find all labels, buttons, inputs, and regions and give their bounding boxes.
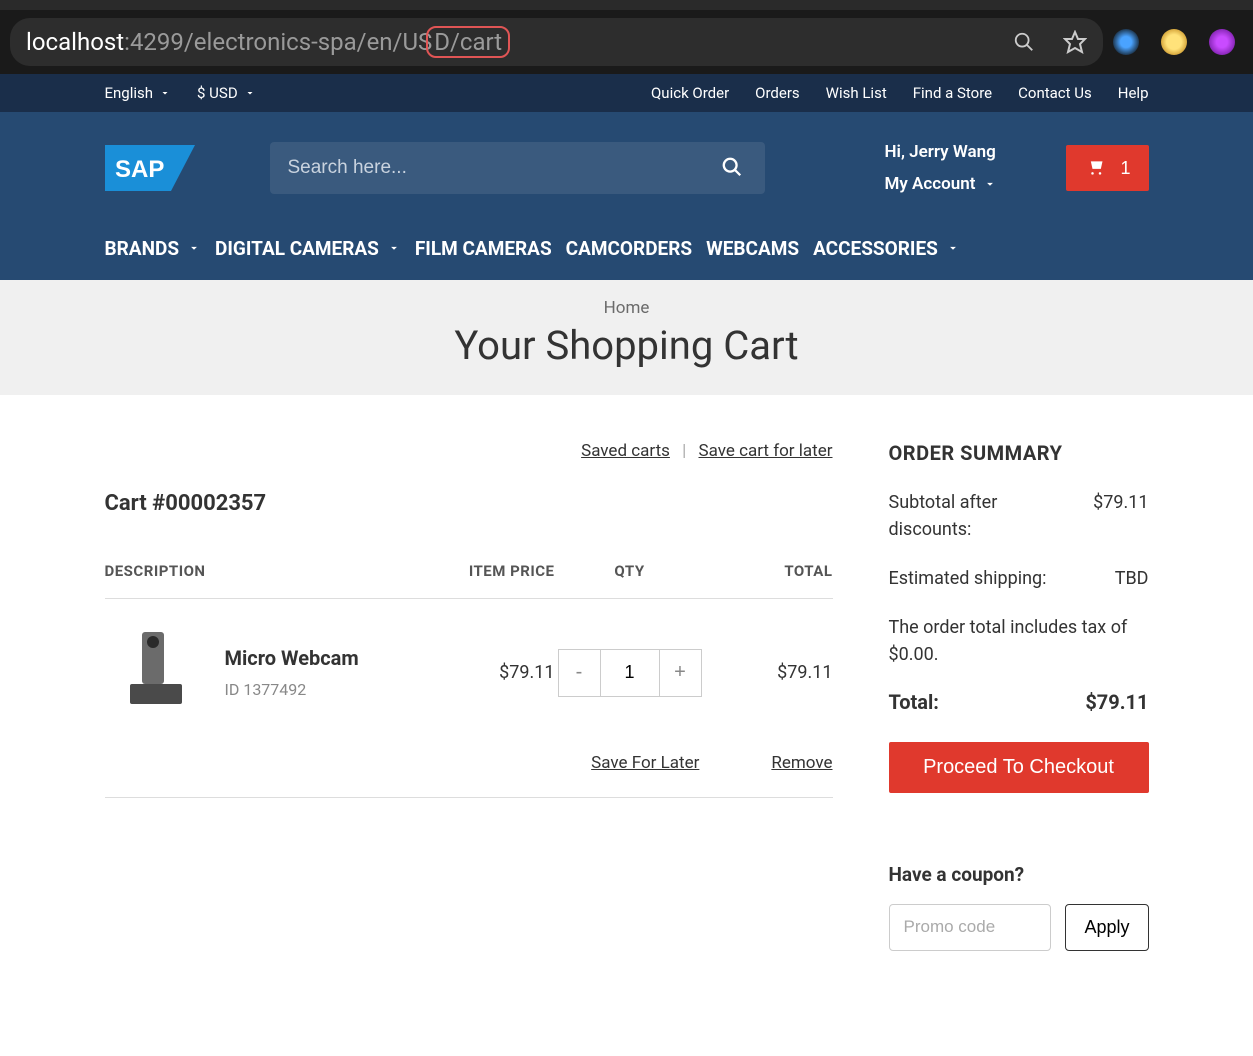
breadcrumb[interactable]: Home bbox=[0, 298, 1253, 318]
subtotal-value: $79.11 bbox=[1093, 489, 1148, 543]
chevron-down-icon bbox=[946, 241, 960, 255]
svg-text:SAP: SAP bbox=[115, 156, 164, 183]
nav-camcorders[interactable]: CAMCORDERS bbox=[566, 237, 692, 260]
nav-brands[interactable]: BRANDS bbox=[105, 237, 202, 260]
product-name[interactable]: Micro Webcam bbox=[225, 646, 445, 670]
qty-input[interactable] bbox=[601, 650, 659, 696]
browser-toolbar: localhost:4299/electronics-spa/en/USD/ca… bbox=[0, 0, 1253, 74]
search-box bbox=[270, 142, 765, 194]
my-account-menu[interactable]: My Account bbox=[885, 168, 1047, 200]
product-id: ID 1377492 bbox=[225, 680, 445, 699]
chevron-down-icon bbox=[244, 87, 256, 99]
nav-film-cameras[interactable]: FILM CAMERAS bbox=[415, 237, 552, 260]
search-icon bbox=[721, 156, 743, 178]
shipping-value: TBD bbox=[1115, 565, 1149, 592]
item-total: $79.11 bbox=[705, 662, 833, 683]
cart-icon bbox=[1084, 158, 1106, 178]
total-value: $79.11 bbox=[1085, 690, 1148, 714]
extension-icon-1[interactable] bbox=[1113, 29, 1139, 55]
title-section: Home Your Shopping Cart bbox=[0, 280, 1253, 395]
col-total: TOTAL bbox=[705, 562, 833, 580]
url-path-pre: :4299/electronics-spa/en/US bbox=[124, 28, 432, 56]
saved-carts-link[interactable]: Saved carts bbox=[581, 441, 670, 461]
cart-item-row: Micro Webcam ID 1377492 $79.11 - + $79.1… bbox=[105, 599, 833, 798]
save-for-later-link[interactable]: Save For Later bbox=[591, 753, 699, 773]
search-input[interactable] bbox=[288, 157, 717, 179]
account-area: Hi, Jerry Wang My Account bbox=[785, 136, 1047, 201]
qty-stepper: - + bbox=[558, 649, 702, 697]
nav-label: BRANDS bbox=[105, 237, 180, 260]
total-label: Total: bbox=[889, 690, 939, 714]
utility-bar: English $ USD Quick Order Orders Wish Li… bbox=[0, 74, 1253, 112]
star-icon[interactable] bbox=[1063, 30, 1087, 54]
promo-code-input[interactable] bbox=[889, 904, 1052, 951]
col-item-price: ITEM PRICE bbox=[445, 562, 555, 580]
link-wish-list[interactable]: Wish List bbox=[826, 84, 887, 102]
nav-label: ACCESSORIES bbox=[813, 237, 938, 260]
cart-id: Cart #00002357 bbox=[105, 491, 833, 516]
nav-webcams[interactable]: WEBCAMS bbox=[706, 237, 799, 260]
search-icon[interactable] bbox=[1013, 31, 1035, 53]
url-host: localhost bbox=[26, 28, 124, 56]
checkout-button[interactable]: Proceed To Checkout bbox=[889, 742, 1149, 793]
col-qty: QTY bbox=[555, 562, 705, 580]
nav-label: WEBCAMS bbox=[706, 237, 799, 260]
extension-icon-2[interactable] bbox=[1161, 29, 1187, 55]
qty-decrement-button[interactable]: - bbox=[559, 650, 601, 696]
nav-label: CAMCORDERS bbox=[566, 237, 692, 260]
nav-accessories[interactable]: ACCESSORIES bbox=[813, 237, 960, 260]
save-cart-later-link[interactable]: Save cart for later bbox=[699, 441, 833, 461]
product-image[interactable] bbox=[105, 623, 205, 723]
coupon-title: Have a coupon? bbox=[889, 863, 1149, 886]
mini-cart-button[interactable]: 1 bbox=[1066, 145, 1148, 191]
chevron-down-icon bbox=[159, 87, 171, 99]
cart-links: Saved carts | Save cart for later bbox=[105, 441, 833, 461]
profile-avatar[interactable] bbox=[1209, 29, 1235, 55]
page-title: Your Shopping Cart bbox=[0, 322, 1253, 369]
summary-title: ORDER SUMMARY bbox=[889, 441, 1149, 465]
url-highlight: D/cart bbox=[426, 26, 510, 58]
my-account-label: My Account bbox=[885, 168, 976, 200]
chevron-down-icon bbox=[187, 241, 201, 255]
logo[interactable]: SAP bbox=[105, 145, 250, 191]
currency-selector[interactable]: $ USD bbox=[197, 84, 256, 102]
site-header: SAP Hi, Jerry Wang My Account 1 bbox=[0, 112, 1253, 219]
nav-label: FILM CAMERAS bbox=[415, 237, 552, 260]
link-orders[interactable]: Orders bbox=[755, 84, 800, 102]
chevron-down-icon bbox=[983, 177, 997, 191]
main-nav: BRANDS DIGITAL CAMERAS FILM CAMERAS CAMC… bbox=[0, 219, 1253, 280]
currency-label: $ USD bbox=[197, 84, 238, 102]
shipping-label: Estimated shipping: bbox=[889, 565, 1101, 592]
cart-count: 1 bbox=[1120, 158, 1130, 179]
search-button[interactable] bbox=[717, 156, 747, 181]
chevron-down-icon bbox=[387, 241, 401, 255]
utility-links: Quick Order Orders Wish List Find a Stor… bbox=[651, 84, 1149, 102]
language-label: English bbox=[105, 84, 154, 102]
nav-label: DIGITAL CAMERAS bbox=[215, 237, 379, 260]
link-quick-order[interactable]: Quick Order bbox=[651, 84, 729, 102]
url-bar[interactable]: localhost:4299/electronics-spa/en/USD/ca… bbox=[10, 18, 1103, 66]
apply-coupon-button[interactable]: Apply bbox=[1065, 904, 1148, 951]
cart-table-header: DESCRIPTION ITEM PRICE QTY TOTAL bbox=[105, 562, 833, 599]
link-contact[interactable]: Contact Us bbox=[1018, 84, 1092, 102]
subtotal-label: Subtotal after discounts: bbox=[889, 489, 1080, 543]
link-find-store[interactable]: Find a Store bbox=[913, 84, 992, 102]
order-summary: ORDER SUMMARY Subtotal after discounts: … bbox=[889, 441, 1149, 951]
greeting: Hi, Jerry Wang bbox=[885, 136, 1047, 168]
language-selector[interactable]: English bbox=[105, 84, 172, 102]
qty-increment-button[interactable]: + bbox=[659, 650, 701, 696]
link-help[interactable]: Help bbox=[1118, 84, 1149, 102]
cart-main: Saved carts | Save cart for later Cart #… bbox=[105, 441, 833, 798]
col-description: DESCRIPTION bbox=[105, 562, 445, 580]
tax-note: The order total includes tax of $0.00. bbox=[889, 614, 1149, 668]
separator: | bbox=[682, 441, 686, 461]
item-price: $79.11 bbox=[445, 662, 555, 683]
nav-digital-cameras[interactable]: DIGITAL CAMERAS bbox=[215, 237, 401, 260]
remove-item-link[interactable]: Remove bbox=[771, 753, 832, 773]
